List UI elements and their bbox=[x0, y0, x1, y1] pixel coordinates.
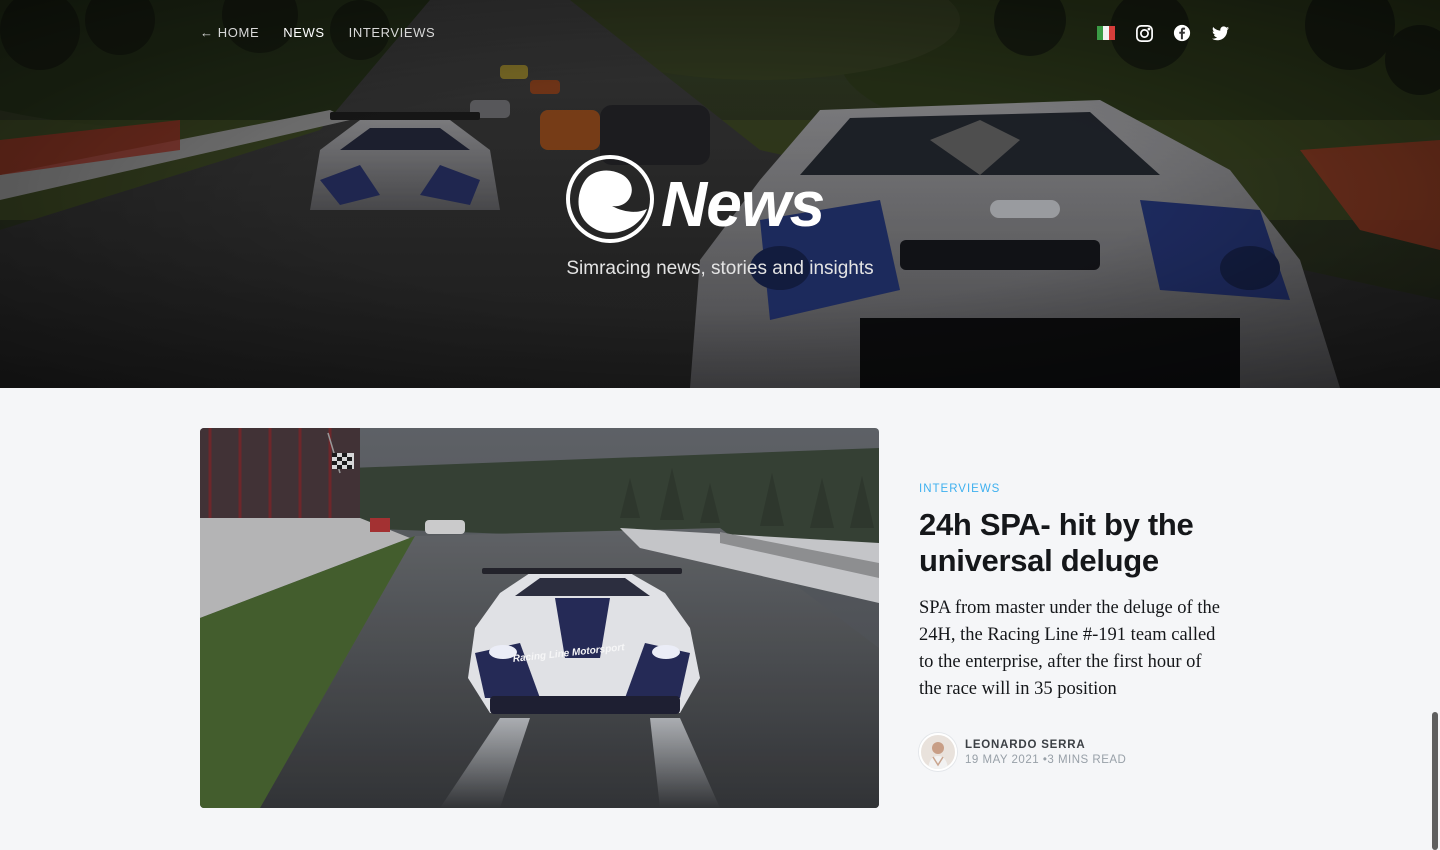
italy-flag-icon[interactable] bbox=[1096, 23, 1116, 43]
post-meta: LEONARDO SERRA 19 MAY 2021 •3 MINS READ bbox=[919, 733, 1239, 771]
twitter-icon[interactable] bbox=[1210, 23, 1230, 43]
author-name[interactable]: LEONARDO SERRA bbox=[965, 739, 1126, 751]
facebook-icon[interactable] bbox=[1172, 23, 1192, 43]
site-tagline: Simracing news, stories and insights bbox=[566, 258, 874, 279]
author-info: LEONARDO SERRA 19 MAY 2021 •3 MINS READ bbox=[965, 739, 1126, 766]
post-title[interactable]: 24h SPA- hit by the universal deluge bbox=[919, 507, 1239, 579]
post-date: 19 MAY 2021 bbox=[965, 753, 1040, 766]
nav-home-link[interactable]: ← HOME bbox=[200, 24, 259, 41]
post-tag-link[interactable]: INTERVIEWS bbox=[919, 483, 1000, 495]
featured-post-card: Racing Line Motorsport INTERVIEWS 24h SP… bbox=[200, 428, 1240, 808]
post-date-readtime: 19 MAY 2021 •3 MINS READ bbox=[965, 754, 1126, 766]
site-logo[interactable]: News bbox=[565, 152, 885, 247]
post-excerpt: SPA from master under the deluge of the … bbox=[919, 598, 1220, 699]
post-read-time: •3 MINS READ bbox=[1042, 753, 1127, 766]
social-links bbox=[1096, 23, 1230, 43]
logo-wordmark: News bbox=[661, 168, 824, 240]
nav-news-link[interactable]: NEWS bbox=[283, 24, 324, 41]
author-avatar[interactable] bbox=[919, 733, 957, 771]
page-scrollbar[interactable] bbox=[1432, 712, 1438, 850]
post-feature-image[interactable]: Racing Line Motorsport bbox=[200, 428, 879, 808]
nav-interviews-link[interactable]: INTERVIEWS bbox=[349, 24, 436, 41]
main-nav: ← HOME NEWS INTERVIEWS bbox=[200, 24, 435, 41]
post-content: INTERVIEWS 24h SPA- hit by the universal… bbox=[919, 479, 1239, 771]
instagram-icon[interactable] bbox=[1134, 23, 1154, 43]
site-header: ← HOME NEWS INTERVIEWS News Simracing ne… bbox=[0, 0, 1440, 388]
